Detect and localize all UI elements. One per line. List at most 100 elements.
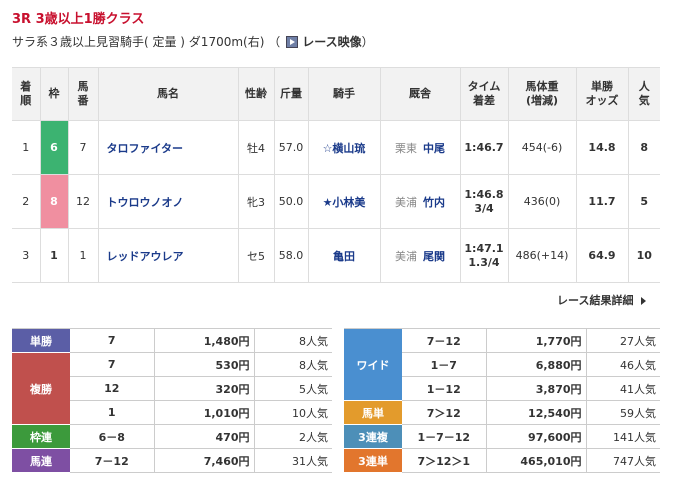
payout-type-label: 3連複 [344, 424, 402, 449]
header-umaban: 馬番 [68, 67, 99, 121]
payout-combination: 1 [70, 400, 154, 425]
payout-amount: 1,770円 [485, 328, 586, 353]
result-row: 3 1 1 レッドアウレア セ5 58.0 亀田 美浦 尾関 1:47.1 1.3/4 486(+1… [12, 228, 660, 283]
jockey-link[interactable]: ☆横山琉 [308, 120, 381, 175]
payout-row: 3連複 1－7－12 97,600円 141人気 [344, 424, 660, 449]
payout-combination: 12 [70, 376, 154, 401]
odds-cell: 64.9 [576, 228, 629, 283]
sexage-cell: 牡4 [238, 120, 275, 175]
payout-row: 馬単 7＞12 12,540円 59人気 [344, 400, 660, 425]
trainer-cell[interactable]: 美浦 竹内 [380, 174, 461, 229]
waku-badge: 6 [40, 121, 67, 174]
payout-type-label: ワイド [344, 328, 402, 401]
payout-popularity: 5人気 [253, 376, 332, 401]
sexage-cell: 牝3 [238, 174, 275, 229]
race-conditions-text: サラ系３歳以上見習騎手( 定量 ) ダ1700m(右) （ [12, 35, 281, 49]
time-cell: 1:47.1 1.3/4 [460, 228, 509, 283]
payout-table-right: ワイド 7－12 1,770円 27人気 1－7 6,880円 46人気 1－12 3,870円… [344, 328, 660, 473]
weight-cell: 58.0 [274, 228, 309, 283]
time-cell: 1:46.8 3/4 [460, 174, 509, 229]
waku-cell: 1 [40, 228, 69, 283]
payout-amount: 97,600円 [485, 424, 586, 449]
payout-amount: 12,540円 [485, 400, 586, 425]
payout-combination: 7＞12 [402, 400, 486, 425]
umaban-cell: 7 [68, 120, 99, 175]
payout-popularity: 46人気 [585, 352, 660, 377]
jockey-link[interactable]: ★小林美 [308, 174, 381, 229]
payout-row: 枠連 6－8 470円 2人気 [12, 424, 332, 449]
umaban-cell: 1 [68, 228, 99, 283]
payout-combination: 1－7 [402, 352, 486, 377]
header-weight: 斤量 [274, 67, 309, 121]
payout-combination: 6－8 [70, 424, 154, 449]
waku-badge: 1 [40, 229, 67, 282]
trainer-cell[interactable]: 美浦 尾関 [380, 228, 461, 283]
payout-type-label: 枠連 [12, 424, 70, 449]
trainer-link[interactable]: 中尾 [423, 142, 445, 155]
popularity-cell: 8 [628, 120, 660, 175]
payout-amount: 320円 [153, 376, 254, 401]
race-video-link[interactable]: レース映像 [302, 33, 361, 50]
payout-popularity: 141人気 [585, 424, 660, 449]
payout-popularity: 59人気 [585, 400, 660, 425]
video-icon[interactable] [286, 35, 299, 48]
horse-name-link[interactable]: タロファイター [98, 120, 239, 175]
odds-cell: 11.7 [576, 174, 629, 229]
trainer-cell[interactable]: 栗東 中尾 [380, 120, 461, 175]
payout-combination: 1－7－12 [402, 424, 486, 449]
rank-cell: 2 [12, 174, 41, 229]
header-pop: 人気 [628, 67, 660, 121]
header-waku: 枠 [40, 67, 69, 121]
trainer-affiliation: 美浦 [395, 195, 417, 209]
waku-cell: 6 [40, 120, 69, 175]
payout-popularity: 41人気 [585, 376, 660, 401]
body-weight-cell: 454(-6) [508, 120, 577, 175]
trainer-affiliation: 栗東 [395, 141, 417, 155]
payout-amount: 470円 [153, 424, 254, 449]
payout-type-label: 3連単 [344, 448, 402, 473]
payout-row: ワイド 7－12 1,770円 27人気 [344, 328, 660, 401]
payout-amount: 3,870円 [485, 376, 586, 401]
payout-row: 複勝 7 530円 8人気 [12, 352, 332, 425]
trainer-link[interactable]: 尾関 [423, 250, 445, 263]
payout-combination: 7－12 [402, 328, 486, 353]
payout-combination: 7＞12＞1 [402, 448, 486, 473]
results-header-row: 着順 枠 馬番 馬名 性齢 斤量 騎手 厩舎 タイム 着差 馬体重 (増減) 単勝オ… [12, 67, 660, 121]
horse-name-link[interactable]: トウロウノオノ [98, 174, 239, 229]
payout-amount: 530円 [153, 352, 254, 377]
rank-cell: 3 [12, 228, 41, 283]
payout-popularity: 8人気 [253, 328, 332, 353]
trainer-affiliation: 美浦 [395, 249, 417, 263]
popularity-cell: 10 [628, 228, 660, 283]
triangle-right-icon [641, 297, 647, 305]
payout-type-label: 単勝 [12, 328, 70, 353]
payout-combination: 7－12 [70, 448, 154, 473]
payout-type-label: 馬連 [12, 448, 70, 473]
header-horse: 馬名 [98, 67, 239, 121]
trainer-link[interactable]: 竹内 [423, 196, 445, 209]
jockey-link[interactable]: 亀田 [308, 228, 381, 283]
payout-amount: 465,010円 [485, 448, 586, 473]
race-conditions-close: ） [361, 35, 374, 49]
payout-combination: 7 [70, 352, 154, 377]
payout-row: 馬連 7－12 7,460円 31人気 [12, 448, 332, 473]
payout-type-label: 複勝 [12, 352, 70, 425]
result-row: 1 6 7 タロファイター 牡4 57.0 ☆横山琉 栗東 中尾 1:46.7 454(-6) 14.… [12, 120, 660, 175]
header-jockey: 騎手 [308, 67, 381, 121]
header-rank: 着順 [12, 67, 41, 121]
waku-badge: 8 [40, 175, 67, 228]
payout-table-left: 単勝 7 1,480円 8人気 複勝 7 530円 8人気 12 320円 5人気 1 1,010円 10… [12, 328, 332, 473]
detail-link-label[interactable]: レース結果詳細 [557, 294, 633, 307]
horse-name-link[interactable]: レッドアウレア [98, 228, 239, 283]
waku-cell: 8 [40, 174, 69, 229]
payout-amount: 1,010円 [153, 400, 254, 425]
header-odds: 単勝 オッズ [576, 67, 629, 121]
popularity-cell: 5 [628, 174, 660, 229]
payout-type-label: 馬単 [344, 400, 402, 425]
header-time: タイム 着差 [460, 67, 509, 121]
weight-cell: 57.0 [274, 120, 309, 175]
payout-combination: 1－12 [402, 376, 486, 401]
payout-popularity: 8人気 [253, 352, 332, 377]
race-result-detail-link[interactable]: レース結果詳細 [557, 292, 647, 308]
payout-popularity: 31人気 [253, 448, 332, 473]
